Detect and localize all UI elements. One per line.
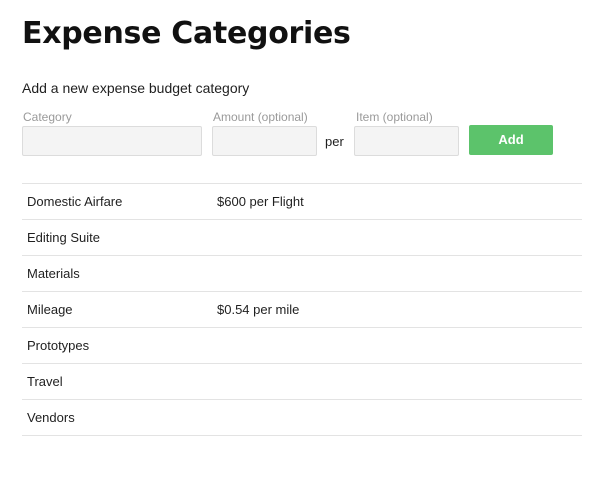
amount-field-label: Amount (optional) (213, 110, 308, 124)
item-field-label: Item (optional) (356, 110, 433, 124)
category-name: Mileage (27, 302, 73, 317)
category-row[interactable]: Materials (22, 256, 582, 292)
category-name: Editing Suite (27, 230, 100, 245)
category-row[interactable]: Editing Suite (22, 220, 582, 256)
category-name: Prototypes (27, 338, 90, 353)
category-name: Travel (27, 374, 63, 389)
category-row[interactable]: Mileage $0.54 per mile (22, 292, 582, 328)
category-field-label: Category (23, 110, 72, 124)
category-amount: $600 per Flight (217, 194, 304, 209)
per-text: per (325, 134, 344, 149)
category-input[interactable] (22, 126, 202, 156)
category-row[interactable]: Domestic Airfare $600 per Flight (22, 184, 582, 220)
page-title: Expense Categories (22, 16, 351, 51)
category-name: Domestic Airfare (27, 194, 123, 209)
amount-input[interactable] (212, 126, 317, 156)
category-name: Vendors (27, 410, 75, 425)
form-subtitle: Add a new expense budget category (22, 80, 250, 96)
add-category-button[interactable]: Add (469, 125, 553, 155)
category-list: Domestic Airfare $600 per Flight Editing… (22, 183, 582, 436)
category-amount: $0.54 per mile (217, 302, 300, 317)
item-input[interactable] (354, 126, 459, 156)
category-row[interactable]: Vendors (22, 400, 582, 436)
expense-categories-page: Expense Categories Add a new expense bud… (0, 0, 604, 477)
category-row[interactable]: Prototypes (22, 328, 582, 364)
category-name: Materials (27, 266, 80, 281)
category-row[interactable]: Travel (22, 364, 582, 400)
